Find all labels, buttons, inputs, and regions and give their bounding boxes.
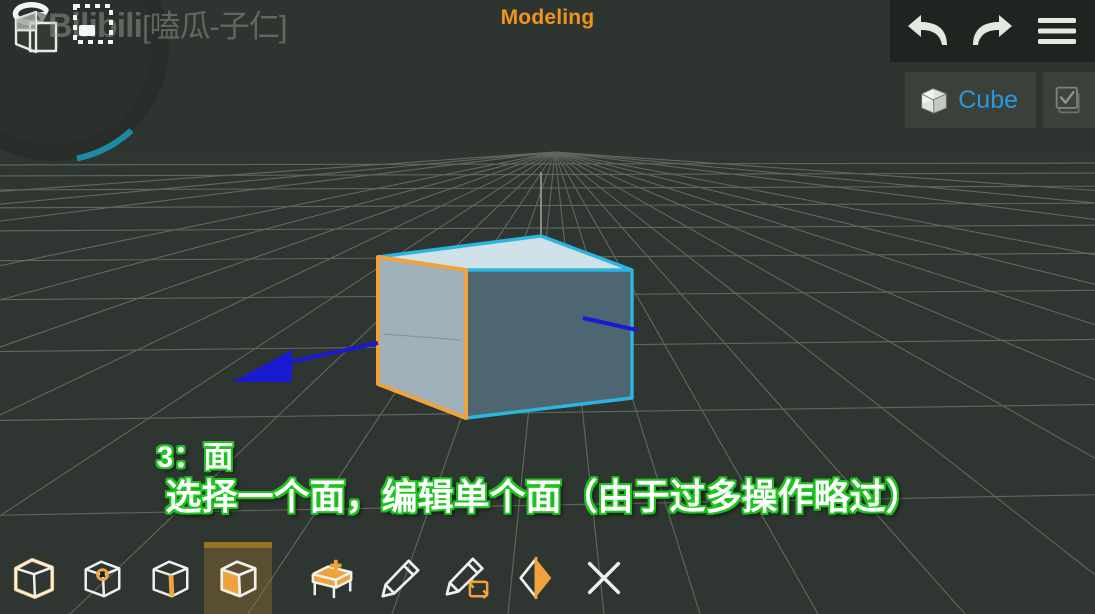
extrude-icon (311, 559, 353, 599)
app-logo-cube-icon[interactable] (11, 8, 63, 58)
object-name-label: Cube (958, 85, 1018, 114)
tool-vertex-mode[interactable] (68, 542, 136, 614)
tool-object-mode[interactable] (0, 542, 68, 614)
object-panel: Cube (905, 72, 1095, 128)
redo-arrow-icon (973, 15, 1013, 45)
cube-edge-icon (152, 560, 189, 598)
cube-vertex-icon (84, 560, 121, 598)
undo-button[interactable] (902, 10, 954, 52)
cube-icon (921, 88, 948, 114)
checkbox-layers-icon (1055, 86, 1080, 114)
tool-draw-loop[interactable] (434, 542, 502, 614)
top-right-toolbar (890, 0, 1095, 62)
pencil-loop-icon (445, 557, 489, 600)
pencil-icon (381, 559, 420, 598)
tool-close[interactable] (570, 542, 638, 614)
tool-edge-mode[interactable] (136, 542, 204, 614)
dashed-selection-icon (73, 4, 113, 44)
tool-mirror[interactable] (502, 542, 570, 614)
object-list-item-cube[interactable]: Cube (905, 72, 1036, 128)
mirror-diamond-icon (519, 556, 552, 600)
menu-button[interactable] (1031, 10, 1083, 52)
close-x-icon (587, 561, 621, 595)
tool-extrude[interactable] (298, 542, 366, 614)
object-visibility-toggle[interactable] (1043, 72, 1095, 128)
cube-object-icon (13, 557, 55, 600)
undo-arrow-icon (908, 15, 948, 45)
modeling-app-window: Bilibili [嗑瓜-子仁] Modeling Cube 3：面 选择一个面… (0, 0, 1095, 614)
bottom-toolbar (0, 542, 638, 614)
cube-face-icon (220, 560, 257, 598)
redo-button[interactable] (966, 10, 1018, 52)
tool-draw[interactable] (366, 542, 434, 614)
hamburger-menu-icon (1037, 18, 1076, 44)
tool-face-mode[interactable] (204, 542, 272, 614)
